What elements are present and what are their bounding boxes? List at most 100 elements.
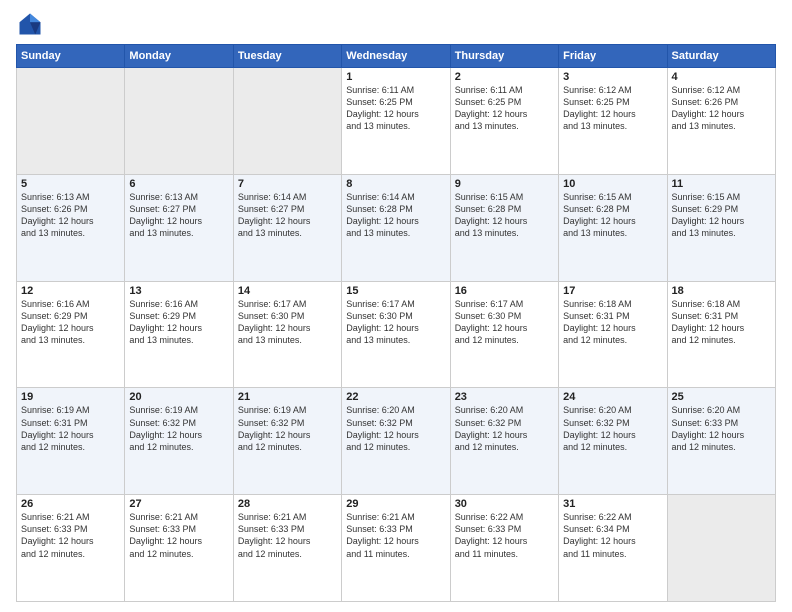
day-info: Sunrise: 6:14 AM Sunset: 6:28 PM Dayligh… — [346, 191, 445, 240]
day-number: 5 — [21, 178, 120, 190]
day-number: 1 — [346, 71, 445, 83]
calendar-cell: 4Sunrise: 6:12 AM Sunset: 6:26 PM Daylig… — [667, 68, 775, 175]
logo-icon — [16, 10, 44, 38]
day-info: Sunrise: 6:15 AM Sunset: 6:29 PM Dayligh… — [672, 191, 771, 240]
day-info: Sunrise: 6:16 AM Sunset: 6:29 PM Dayligh… — [129, 298, 228, 347]
day-info: Sunrise: 6:13 AM Sunset: 6:26 PM Dayligh… — [21, 191, 120, 240]
weekday-header-wednesday: Wednesday — [342, 45, 450, 68]
calendar-week-4: 19Sunrise: 6:19 AM Sunset: 6:31 PM Dayli… — [17, 388, 776, 495]
day-info: Sunrise: 6:12 AM Sunset: 6:25 PM Dayligh… — [563, 84, 662, 133]
weekday-header-monday: Monday — [125, 45, 233, 68]
day-info: Sunrise: 6:19 AM Sunset: 6:31 PM Dayligh… — [21, 404, 120, 453]
calendar-cell: 14Sunrise: 6:17 AM Sunset: 6:30 PM Dayli… — [233, 281, 341, 388]
calendar-week-5: 26Sunrise: 6:21 AM Sunset: 6:33 PM Dayli… — [17, 495, 776, 602]
calendar-cell — [233, 68, 341, 175]
day-number: 12 — [21, 285, 120, 297]
day-number: 3 — [563, 71, 662, 83]
calendar-cell: 3Sunrise: 6:12 AM Sunset: 6:25 PM Daylig… — [559, 68, 667, 175]
day-info: Sunrise: 6:22 AM Sunset: 6:33 PM Dayligh… — [455, 511, 554, 560]
day-number: 25 — [672, 391, 771, 403]
day-info: Sunrise: 6:14 AM Sunset: 6:27 PM Dayligh… — [238, 191, 337, 240]
calendar-week-2: 5Sunrise: 6:13 AM Sunset: 6:26 PM Daylig… — [17, 174, 776, 281]
calendar-cell: 2Sunrise: 6:11 AM Sunset: 6:25 PM Daylig… — [450, 68, 558, 175]
calendar-cell: 12Sunrise: 6:16 AM Sunset: 6:29 PM Dayli… — [17, 281, 125, 388]
day-number: 20 — [129, 391, 228, 403]
calendar-cell: 21Sunrise: 6:19 AM Sunset: 6:32 PM Dayli… — [233, 388, 341, 495]
day-number: 7 — [238, 178, 337, 190]
calendar-cell: 13Sunrise: 6:16 AM Sunset: 6:29 PM Dayli… — [125, 281, 233, 388]
day-number: 4 — [672, 71, 771, 83]
day-number: 11 — [672, 178, 771, 190]
day-number: 27 — [129, 498, 228, 510]
calendar-table: SundayMondayTuesdayWednesdayThursdayFrid… — [16, 44, 776, 602]
day-number: 26 — [21, 498, 120, 510]
day-info: Sunrise: 6:22 AM Sunset: 6:34 PM Dayligh… — [563, 511, 662, 560]
day-number: 18 — [672, 285, 771, 297]
weekday-header-thursday: Thursday — [450, 45, 558, 68]
calendar-week-1: 1Sunrise: 6:11 AM Sunset: 6:25 PM Daylig… — [17, 68, 776, 175]
calendar-cell: 20Sunrise: 6:19 AM Sunset: 6:32 PM Dayli… — [125, 388, 233, 495]
weekday-header-saturday: Saturday — [667, 45, 775, 68]
day-info: Sunrise: 6:18 AM Sunset: 6:31 PM Dayligh… — [563, 298, 662, 347]
calendar-cell: 7Sunrise: 6:14 AM Sunset: 6:27 PM Daylig… — [233, 174, 341, 281]
day-info: Sunrise: 6:11 AM Sunset: 6:25 PM Dayligh… — [455, 84, 554, 133]
day-number: 13 — [129, 285, 228, 297]
calendar-cell: 18Sunrise: 6:18 AM Sunset: 6:31 PM Dayli… — [667, 281, 775, 388]
day-number: 22 — [346, 391, 445, 403]
calendar-cell: 1Sunrise: 6:11 AM Sunset: 6:25 PM Daylig… — [342, 68, 450, 175]
calendar-cell: 8Sunrise: 6:14 AM Sunset: 6:28 PM Daylig… — [342, 174, 450, 281]
calendar-cell — [17, 68, 125, 175]
calendar-cell: 16Sunrise: 6:17 AM Sunset: 6:30 PM Dayli… — [450, 281, 558, 388]
day-info: Sunrise: 6:21 AM Sunset: 6:33 PM Dayligh… — [21, 511, 120, 560]
day-number: 28 — [238, 498, 337, 510]
day-number: 2 — [455, 71, 554, 83]
day-info: Sunrise: 6:20 AM Sunset: 6:33 PM Dayligh… — [672, 404, 771, 453]
calendar-cell: 29Sunrise: 6:21 AM Sunset: 6:33 PM Dayli… — [342, 495, 450, 602]
day-info: Sunrise: 6:15 AM Sunset: 6:28 PM Dayligh… — [455, 191, 554, 240]
day-number: 31 — [563, 498, 662, 510]
calendar-cell: 26Sunrise: 6:21 AM Sunset: 6:33 PM Dayli… — [17, 495, 125, 602]
calendar-cell: 10Sunrise: 6:15 AM Sunset: 6:28 PM Dayli… — [559, 174, 667, 281]
day-info: Sunrise: 6:11 AM Sunset: 6:25 PM Dayligh… — [346, 84, 445, 133]
calendar-cell: 19Sunrise: 6:19 AM Sunset: 6:31 PM Dayli… — [17, 388, 125, 495]
calendar-cell: 28Sunrise: 6:21 AM Sunset: 6:33 PM Dayli… — [233, 495, 341, 602]
day-number: 9 — [455, 178, 554, 190]
weekday-header-tuesday: Tuesday — [233, 45, 341, 68]
calendar-cell: 9Sunrise: 6:15 AM Sunset: 6:28 PM Daylig… — [450, 174, 558, 281]
calendar-cell: 23Sunrise: 6:20 AM Sunset: 6:32 PM Dayli… — [450, 388, 558, 495]
day-number: 23 — [455, 391, 554, 403]
day-info: Sunrise: 6:21 AM Sunset: 6:33 PM Dayligh… — [238, 511, 337, 560]
day-info: Sunrise: 6:19 AM Sunset: 6:32 PM Dayligh… — [129, 404, 228, 453]
weekday-header-row: SundayMondayTuesdayWednesdayThursdayFrid… — [17, 45, 776, 68]
calendar-cell: 25Sunrise: 6:20 AM Sunset: 6:33 PM Dayli… — [667, 388, 775, 495]
day-number: 14 — [238, 285, 337, 297]
calendar-cell: 11Sunrise: 6:15 AM Sunset: 6:29 PM Dayli… — [667, 174, 775, 281]
day-info: Sunrise: 6:16 AM Sunset: 6:29 PM Dayligh… — [21, 298, 120, 347]
header — [16, 10, 776, 38]
day-number: 17 — [563, 285, 662, 297]
day-info: Sunrise: 6:19 AM Sunset: 6:32 PM Dayligh… — [238, 404, 337, 453]
day-info: Sunrise: 6:15 AM Sunset: 6:28 PM Dayligh… — [563, 191, 662, 240]
logo — [16, 10, 48, 38]
day-info: Sunrise: 6:21 AM Sunset: 6:33 PM Dayligh… — [129, 511, 228, 560]
calendar-cell: 6Sunrise: 6:13 AM Sunset: 6:27 PM Daylig… — [125, 174, 233, 281]
day-number: 8 — [346, 178, 445, 190]
page: SundayMondayTuesdayWednesdayThursdayFrid… — [0, 0, 792, 612]
day-info: Sunrise: 6:12 AM Sunset: 6:26 PM Dayligh… — [672, 84, 771, 133]
day-info: Sunrise: 6:17 AM Sunset: 6:30 PM Dayligh… — [455, 298, 554, 347]
calendar-cell: 5Sunrise: 6:13 AM Sunset: 6:26 PM Daylig… — [17, 174, 125, 281]
calendar-cell: 17Sunrise: 6:18 AM Sunset: 6:31 PM Dayli… — [559, 281, 667, 388]
calendar-cell: 24Sunrise: 6:20 AM Sunset: 6:32 PM Dayli… — [559, 388, 667, 495]
day-info: Sunrise: 6:21 AM Sunset: 6:33 PM Dayligh… — [346, 511, 445, 560]
calendar-cell: 30Sunrise: 6:22 AM Sunset: 6:33 PM Dayli… — [450, 495, 558, 602]
weekday-header-friday: Friday — [559, 45, 667, 68]
day-number: 15 — [346, 285, 445, 297]
day-info: Sunrise: 6:17 AM Sunset: 6:30 PM Dayligh… — [346, 298, 445, 347]
day-number: 6 — [129, 178, 228, 190]
day-number: 24 — [563, 391, 662, 403]
calendar-cell — [667, 495, 775, 602]
day-number: 19 — [21, 391, 120, 403]
day-number: 10 — [563, 178, 662, 190]
calendar-week-3: 12Sunrise: 6:16 AM Sunset: 6:29 PM Dayli… — [17, 281, 776, 388]
calendar-cell: 27Sunrise: 6:21 AM Sunset: 6:33 PM Dayli… — [125, 495, 233, 602]
